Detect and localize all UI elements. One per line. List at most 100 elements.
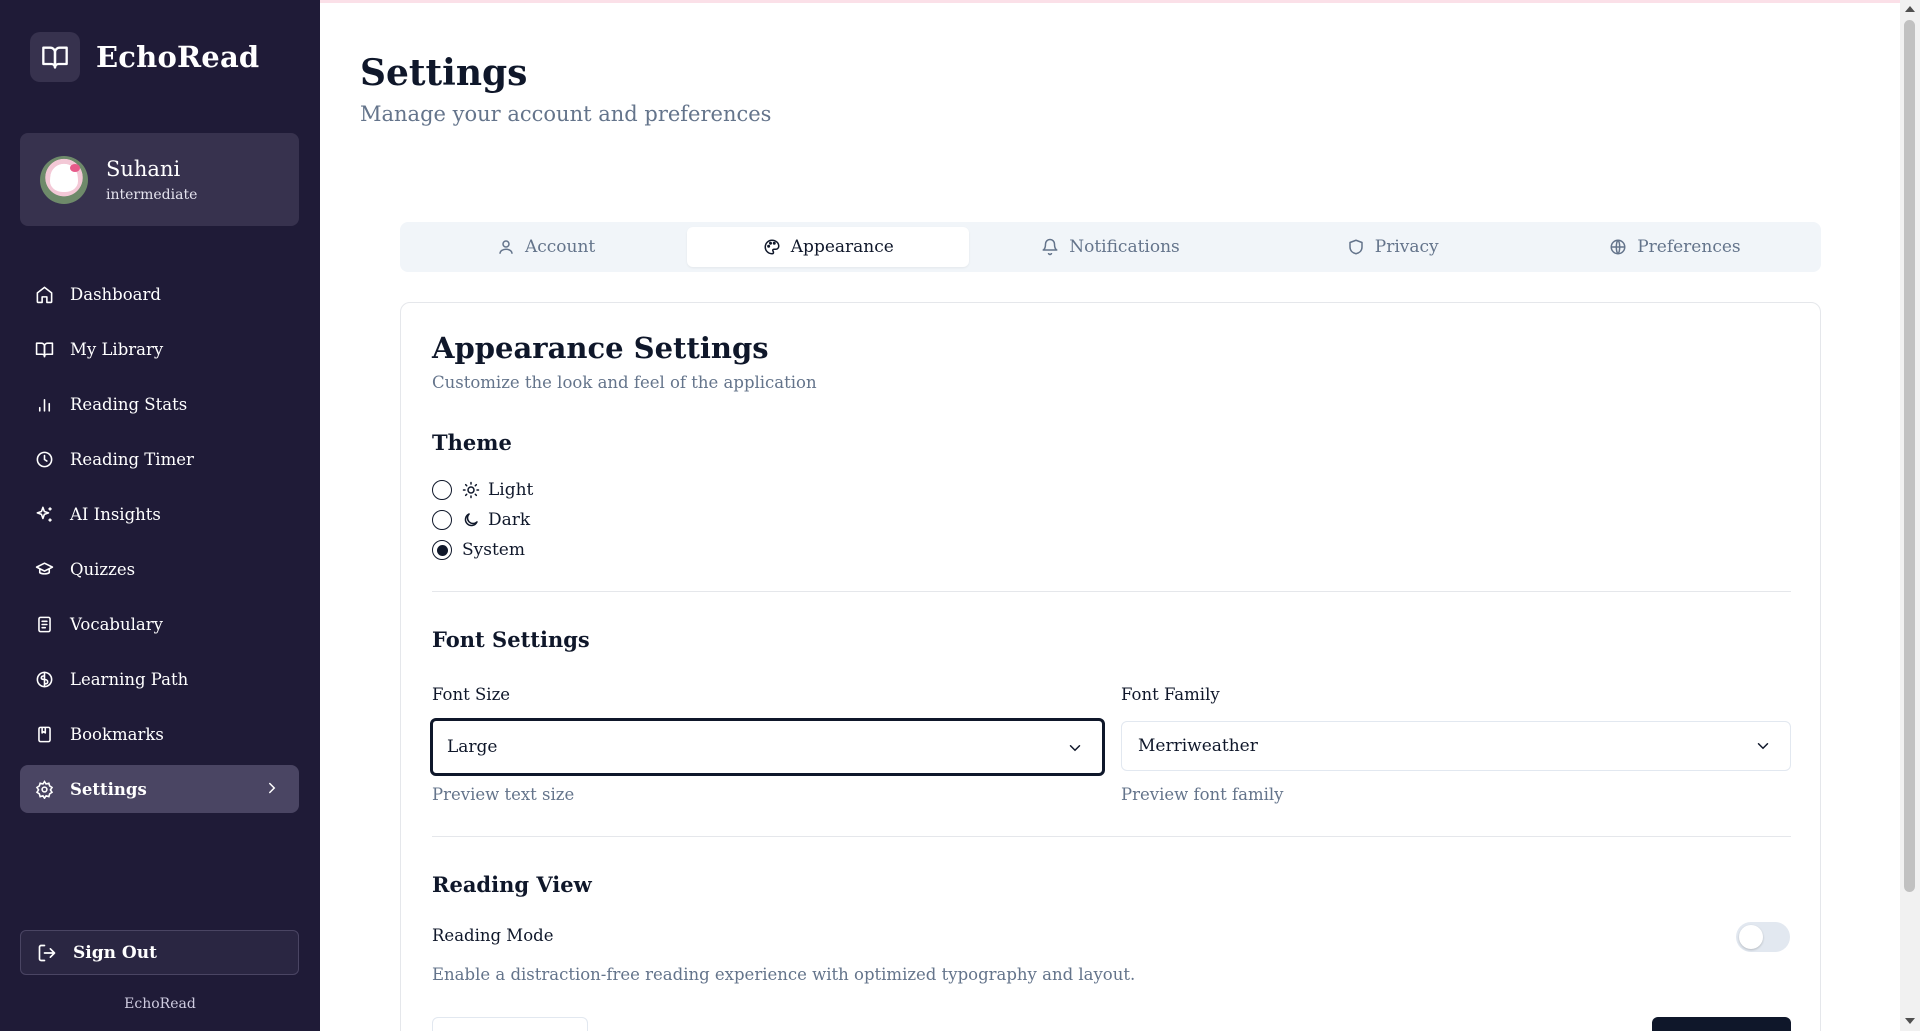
home-icon xyxy=(34,284,54,304)
user-name: Suhani xyxy=(106,156,181,181)
scrollbar-thumb[interactable] xyxy=(1904,20,1915,892)
tab-label: Privacy xyxy=(1374,237,1439,257)
theme-option-light[interactable]: Light xyxy=(432,480,533,500)
font-family-label: Font Family xyxy=(1121,685,1220,704)
bookmark-icon xyxy=(34,724,54,744)
divider xyxy=(432,836,1791,837)
tab-label: Notifications xyxy=(1069,237,1180,257)
bar-chart-icon xyxy=(34,394,54,414)
sparkles-icon xyxy=(34,504,54,524)
user-level: intermediate xyxy=(106,186,198,203)
tab-notifications[interactable]: Notifications xyxy=(969,227,1251,267)
page-scrollbar[interactable] xyxy=(1900,0,1920,1031)
sidebar-item-ai-insights[interactable]: AI Insights xyxy=(20,490,299,538)
theme-radio-dark[interactable] xyxy=(432,510,452,530)
sidebar-item-label: Bookmarks xyxy=(70,724,164,744)
sidebar-item-label: Settings xyxy=(70,779,147,799)
reading-mode-toggle[interactable] xyxy=(1736,922,1790,952)
theme-option-dark[interactable]: Dark xyxy=(432,510,530,530)
theme-option-system[interactable]: System xyxy=(432,540,525,560)
chevron-down-icon xyxy=(1066,739,1084,757)
sidebar-item-dashboard[interactable]: Dashboard xyxy=(20,270,299,318)
scroll-up-arrow-icon[interactable] xyxy=(1905,6,1915,12)
globe-icon xyxy=(1609,238,1627,256)
brain-icon xyxy=(34,669,54,689)
theme-heading: Theme xyxy=(432,430,512,455)
sun-icon xyxy=(462,481,480,499)
reading-mode-description: Enable a distraction-free reading experi… xyxy=(432,965,1136,984)
sidebar: EchoRead Suhani intermediate Dashboard M… xyxy=(0,0,320,1031)
theme-radio-system[interactable] xyxy=(432,540,452,560)
secondary-button[interactable] xyxy=(432,1017,588,1031)
notebook-icon xyxy=(34,614,54,634)
sidebar-item-my-library[interactable]: My Library xyxy=(20,325,299,373)
palette-icon xyxy=(763,238,781,256)
reading-mode-label: Reading Mode xyxy=(432,926,554,945)
theme-option-label: Dark xyxy=(488,510,531,530)
clock-icon xyxy=(34,449,54,469)
tab-label: Preferences xyxy=(1637,237,1741,257)
user-icon xyxy=(497,238,515,256)
tab-label: Account xyxy=(524,237,596,257)
sidebar-item-quizzes[interactable]: Quizzes xyxy=(20,545,299,593)
chevron-right-icon xyxy=(263,779,281,801)
gear-icon xyxy=(34,779,54,799)
top-accent-line xyxy=(320,0,1900,3)
sidebar-item-reading-timer[interactable]: Reading Timer xyxy=(20,435,299,483)
font-family-preview: Preview font family xyxy=(1121,785,1284,804)
tab-privacy[interactable]: Privacy xyxy=(1252,227,1534,267)
sign-out-button[interactable]: Sign Out xyxy=(20,930,299,975)
log-out-icon xyxy=(37,943,57,963)
moon-icon xyxy=(462,511,480,529)
font-size-label: Font Size xyxy=(432,685,511,704)
font-size-value: Large xyxy=(447,737,498,757)
tab-label: Appearance xyxy=(790,237,894,257)
bell-icon xyxy=(1041,238,1059,256)
theme-option-label: Light xyxy=(488,480,534,500)
sidebar-item-label: Reading Stats xyxy=(70,394,188,414)
avatar xyxy=(40,155,88,204)
sidebar-item-reading-stats[interactable]: Reading Stats xyxy=(20,380,299,428)
chevron-down-icon xyxy=(1754,737,1772,755)
font-settings-heading: Font Settings xyxy=(432,627,590,652)
book-open-icon xyxy=(34,339,54,359)
theme-radio-light[interactable] xyxy=(432,480,452,500)
page-title: Settings xyxy=(360,52,528,94)
sidebar-nav: Dashboard My Library Reading Stats Readi… xyxy=(20,270,299,820)
save-button[interactable] xyxy=(1652,1017,1791,1031)
theme-option-label: System xyxy=(462,540,525,560)
scroll-down-arrow-icon[interactable] xyxy=(1905,1018,1915,1024)
sidebar-item-label: Learning Path xyxy=(70,669,189,689)
book-open-icon xyxy=(30,32,80,82)
tab-appearance[interactable]: Appearance xyxy=(687,227,970,267)
font-family-select[interactable]: Merriweather xyxy=(1121,721,1791,771)
settings-tabs: Account Appearance Notifications Privacy… xyxy=(400,222,1821,272)
font-family-value: Merriweather xyxy=(1138,736,1258,756)
user-profile-card[interactable]: Suhani intermediate xyxy=(20,133,299,226)
card-title: Appearance Settings xyxy=(432,331,769,365)
tab-preferences[interactable]: Preferences xyxy=(1534,227,1816,267)
sidebar-item-settings[interactable]: Settings xyxy=(20,765,299,813)
sidebar-item-label: Vocabulary xyxy=(70,614,163,634)
sidebar-item-label: AI Insights xyxy=(70,504,161,524)
sidebar-item-learning-path[interactable]: Learning Path xyxy=(20,655,299,703)
font-size-select[interactable]: Large xyxy=(430,718,1105,776)
app-name: EchoRead xyxy=(96,40,260,74)
sign-out-label: Sign Out xyxy=(73,942,157,963)
sidebar-item-label: Quizzes xyxy=(70,559,136,579)
font-size-preview: Preview text size xyxy=(432,785,575,804)
shield-icon xyxy=(1347,238,1365,256)
sidebar-item-label: Reading Timer xyxy=(70,449,194,469)
sidebar-footer: EchoRead xyxy=(124,996,196,1012)
sidebar-item-bookmarks[interactable]: Bookmarks xyxy=(20,710,299,758)
page-subtitle: Manage your account and preferences xyxy=(360,102,772,126)
brand[interactable]: EchoRead xyxy=(30,32,259,82)
divider xyxy=(432,591,1791,592)
sidebar-item-vocabulary[interactable]: Vocabulary xyxy=(20,600,299,648)
card-description: Customize the look and feel of the appli… xyxy=(432,373,817,392)
appearance-settings-card: Appearance Settings Customize the look a… xyxy=(400,302,1821,1031)
tab-account[interactable]: Account xyxy=(405,227,687,267)
reading-view-heading: Reading View xyxy=(432,872,592,897)
sidebar-item-label: My Library xyxy=(70,339,164,359)
sidebar-item-label: Dashboard xyxy=(70,284,161,304)
